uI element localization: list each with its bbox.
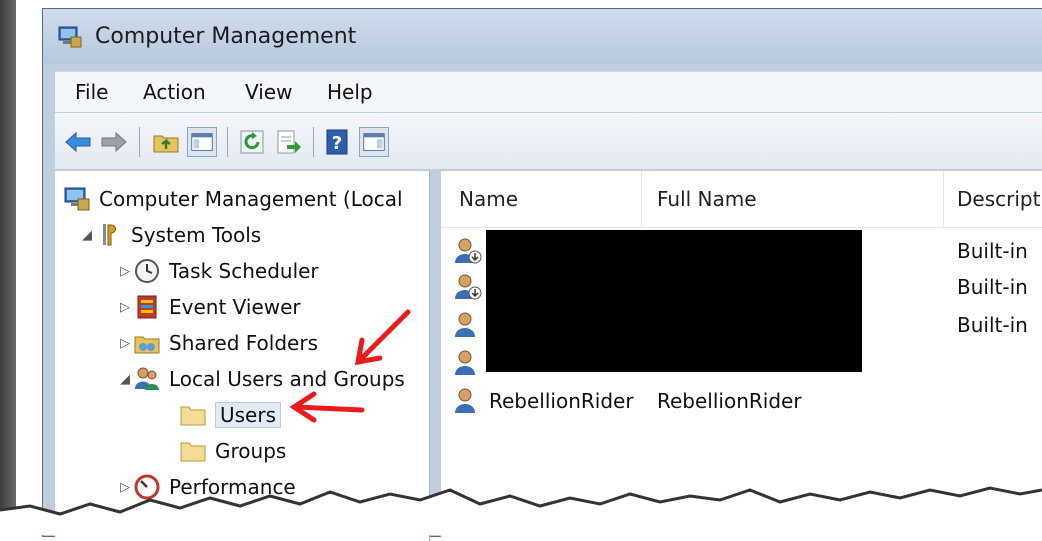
tree-item-label: Event Viewer — [169, 295, 301, 319]
tree-item-label: Groups — [215, 439, 287, 463]
user-icon — [455, 312, 475, 337]
event-viewer-icon — [137, 295, 157, 319]
users-group-icon — [135, 367, 159, 390]
help-icon[interactable]: ? — [323, 127, 353, 157]
menu-help[interactable]: Help — [327, 80, 373, 104]
menu-action[interactable]: Action — [143, 80, 206, 104]
column-header-description[interactable]: Descript — [957, 187, 1040, 211]
screenshot-left-edge — [0, 0, 16, 535]
torn-edge-decoration — [0, 486, 1042, 535]
toolbar-separator — [227, 127, 228, 157]
up-folder-icon[interactable] — [151, 127, 181, 157]
collapsed-arrow-icon[interactable]: ▷ — [117, 336, 133, 351]
column-header-full-name[interactable]: Full Name — [657, 187, 757, 211]
toolbar-separator — [139, 127, 140, 157]
description-cell: Built-in — [957, 313, 1028, 337]
table-row[interactable]: RebellionRider RebellionRider — [441, 383, 1042, 419]
description-cell: Built-in — [957, 239, 1028, 263]
column-divider[interactable] — [641, 171, 642, 227]
shared-folder-icon — [134, 336, 160, 354]
column-divider[interactable] — [943, 171, 944, 227]
tree-item-computer-management[interactable]: Computer Management (Local — [63, 183, 403, 215]
user-name-cell: RebellionRider — [489, 389, 634, 413]
tree-item-shared-folders[interactable]: ▷ Shared Folders — [117, 327, 318, 359]
description-cell: Built-in — [957, 275, 1028, 299]
computer-management-icon — [58, 26, 82, 48]
folder-icon — [180, 442, 206, 462]
clock-icon — [135, 259, 159, 283]
menu-file[interactable]: File — [75, 80, 108, 104]
show-hide-action-pane-icon[interactable] — [359, 127, 389, 157]
export-list-icon[interactable] — [273, 127, 303, 157]
tree-item-label: Users — [215, 402, 282, 428]
show-hide-console-tree-icon[interactable] — [187, 127, 217, 157]
tree-item-users[interactable]: Users — [179, 399, 282, 431]
user-disabled-icon — [455, 238, 482, 264]
window-title: Computer Management — [95, 24, 357, 49]
tree-item-label: System Tools — [131, 223, 262, 247]
title-bar: Computer Management — [43, 9, 1042, 64]
expanded-arrow-icon[interactable]: ◢ — [79, 228, 95, 243]
menu-bar: File Action View Help — [55, 71, 1042, 112]
folder-icon — [180, 406, 206, 426]
tree-item-label: Shared Folders — [169, 331, 318, 355]
refresh-icon[interactable] — [237, 127, 267, 157]
expanded-arrow-icon[interactable]: ◢ — [117, 372, 133, 387]
user-disabled-icon — [455, 274, 482, 300]
user-icon — [455, 350, 475, 375]
full-name-cell: RebellionRider — [657, 389, 802, 413]
tree-item-label: Task Scheduler — [169, 259, 319, 283]
tree-item-groups[interactable]: Groups — [179, 435, 286, 467]
back-arrow-icon[interactable] — [63, 127, 93, 157]
toolbar: ? — [55, 113, 1042, 170]
svg-text:?: ? — [332, 133, 342, 154]
menu-view[interactable]: View — [245, 80, 292, 104]
forward-arrow-icon[interactable] — [99, 127, 129, 157]
column-header-name[interactable]: Name — [459, 187, 518, 211]
list-header: Name Full Name Descript — [441, 171, 1042, 228]
tree-item-system-tools[interactable]: ◢ System Tools — [79, 219, 261, 251]
user-icon — [455, 388, 475, 413]
redaction-box — [486, 230, 862, 372]
collapsed-arrow-icon[interactable]: ▷ — [117, 300, 133, 315]
tree-item-label: Computer Management (Local — [99, 187, 403, 211]
tree-item-local-users-and-groups[interactable]: ◢ Local Users and Groups — [117, 363, 405, 395]
computer-management-icon — [64, 187, 90, 211]
tree-item-event-viewer[interactable]: ▷ Event Viewer — [117, 291, 301, 323]
tree-item-task-scheduler[interactable]: ▷ Task Scheduler — [117, 255, 319, 287]
collapsed-arrow-icon[interactable]: ▷ — [117, 264, 133, 279]
system-tools-icon — [103, 224, 116, 246]
tree-item-label: Local Users and Groups — [169, 367, 405, 391]
toolbar-separator — [313, 127, 314, 157]
